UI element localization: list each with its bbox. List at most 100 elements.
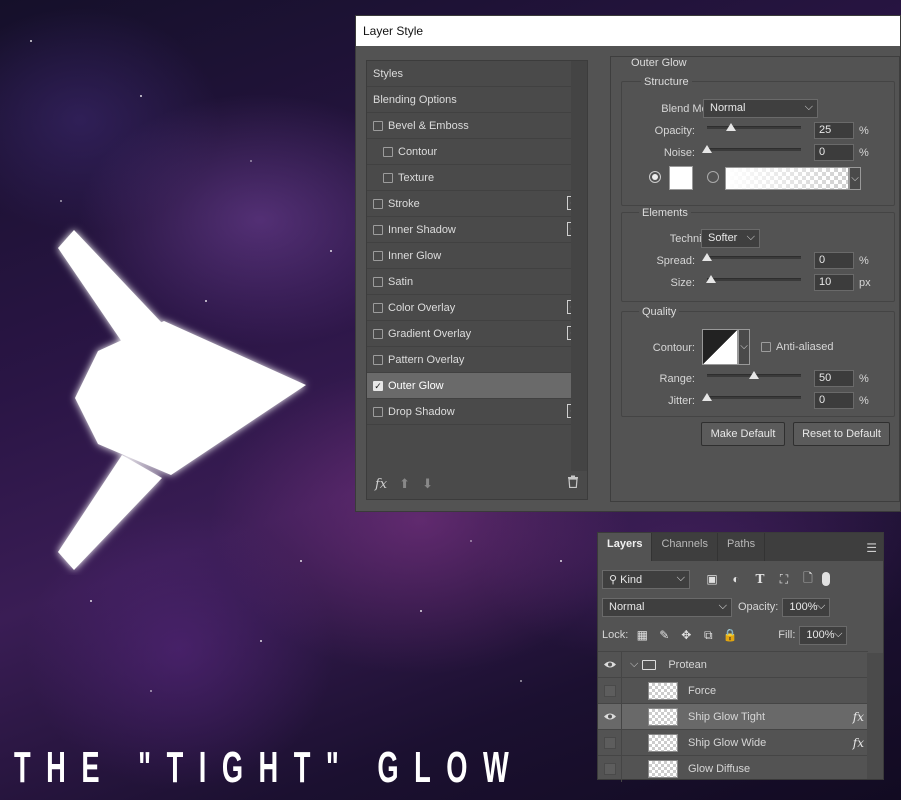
style-item-outer-glow[interactable]: ✓ Outer Glow — [367, 373, 587, 399]
move-up-icon[interactable]: ⬆ — [399, 476, 410, 492]
style-item-inner-shadow[interactable]: Inner Shadow+ — [367, 217, 587, 243]
layer-row[interactable]: ⌵ Protean — [598, 651, 868, 678]
layers-scrollbar[interactable] — [867, 653, 883, 779]
filter-toggle-icon[interactable] — [822, 572, 830, 586]
contour-dropdown[interactable]: ⌵ — [738, 329, 750, 365]
layer-row[interactable]: Ship Glow Tight fx — [598, 703, 868, 730]
style-item-bevel-emboss[interactable]: Bevel & Emboss — [367, 113, 587, 139]
range-input[interactable]: 50 — [814, 370, 854, 387]
move-down-icon[interactable]: ⬇ — [422, 476, 433, 492]
style-item-stroke[interactable]: Stroke+ — [367, 191, 587, 217]
opacity-label: Opacity: — [738, 601, 779, 613]
filter-kind-select[interactable]: ⚲ Kind ⌵ — [602, 569, 690, 589]
reset-to-default-button[interactable]: Reset to Default — [793, 422, 890, 446]
lock-brush-icon[interactable]: ✎ — [656, 627, 672, 643]
style-item-inner-glow[interactable]: Inner Glow — [367, 243, 587, 269]
gradient-radio[interactable] — [707, 171, 719, 183]
pixel-filter-icon[interactable]: ▣ — [704, 571, 720, 587]
lock-artboard-icon[interactable]: ⧉ — [700, 627, 716, 643]
lock-transparency-icon[interactable]: ▦ — [634, 627, 650, 643]
style-checkbox[interactable] — [373, 198, 383, 209]
layer-blend-select[interactable]: Normal ⌵ — [602, 597, 732, 617]
style-checkbox[interactable] — [373, 328, 383, 339]
tab-paths[interactable]: Paths — [718, 533, 766, 561]
style-checkbox[interactable] — [373, 250, 383, 261]
style-item-contour[interactable]: Contour — [367, 139, 587, 165]
range-slider-thumb[interactable] — [749, 371, 759, 379]
gradient-picker[interactable] — [725, 167, 849, 190]
style-item-blending-options[interactable]: Blending Options — [367, 87, 587, 113]
style-item-gradient-overlay[interactable]: Gradient Overlay+ — [367, 321, 587, 347]
trash-icon[interactable] — [567, 475, 579, 491]
noise-slider-thumb[interactable] — [702, 145, 712, 153]
style-item-pattern-overlay[interactable]: Pattern Overlay — [367, 347, 587, 373]
size-slider-thumb[interactable] — [705, 275, 716, 283]
noise-input[interactable]: 0 — [814, 144, 854, 161]
color-radio[interactable] — [649, 171, 661, 183]
layer-fill-field[interactable]: 100% ⌵ — [799, 625, 848, 645]
layer-row[interactable]: Glow Diffuse — [598, 755, 868, 782]
eye-icon[interactable] — [598, 651, 622, 678]
spread-slider[interactable] — [702, 253, 801, 261]
style-checkbox[interactable] — [373, 302, 383, 313]
jitter-slider-thumb[interactable] — [702, 393, 712, 401]
visibility-toggle[interactable] — [598, 729, 622, 756]
opacity-slider-thumb[interactable] — [725, 123, 736, 131]
style-checkbox[interactable]: ✓ — [373, 380, 383, 391]
style-item-satin[interactable]: Satin — [367, 269, 587, 295]
jitter-slider[interactable] — [702, 393, 801, 401]
size-label: Size: — [670, 277, 695, 289]
range-slider[interactable] — [707, 371, 801, 379]
noise-slider[interactable] — [702, 145, 801, 153]
smart-object-filter-icon[interactable]: 🗋 — [800, 571, 816, 587]
size-slider[interactable] — [705, 275, 801, 283]
spread-slider-thumb[interactable] — [702, 253, 712, 261]
anti-aliased-option[interactable]: Anti-aliased — [761, 341, 833, 353]
style-item-styles[interactable]: Styles — [367, 61, 587, 87]
style-checkbox[interactable] — [373, 224, 383, 235]
visibility-toggle[interactable] — [598, 677, 622, 704]
make-default-button[interactable]: Make Default — [701, 422, 785, 446]
spread-input[interactable]: 0 — [814, 252, 854, 269]
style-checkbox[interactable] — [383, 146, 393, 157]
panel-menu-icon[interactable]: ☰ — [866, 541, 877, 555]
style-checkbox[interactable] — [383, 172, 393, 183]
fx-icon[interactable]: fx — [375, 477, 387, 492]
tab-channels[interactable]: Channels — [652, 533, 718, 561]
technique-select[interactable]: Softer ⌵ — [701, 229, 760, 248]
tab-layers[interactable]: Layers — [598, 533, 653, 561]
layer-opacity-field[interactable]: 100% ⌵ — [782, 597, 831, 617]
lock-move-icon[interactable]: ✥ — [678, 627, 694, 643]
anti-aliased-checkbox[interactable] — [761, 342, 771, 352]
chevron-down-icon: ⌵ — [851, 173, 859, 184]
opacity-slider[interactable] — [707, 123, 801, 131]
gradient-dropdown[interactable]: ⌵ — [849, 167, 861, 190]
blend-mode-select[interactable]: Normal ⌵ — [703, 99, 818, 118]
style-checkbox[interactable] — [373, 406, 383, 417]
jitter-input[interactable]: 0 — [814, 392, 854, 409]
layer-row[interactable]: Force — [598, 677, 868, 704]
chevron-down-icon[interactable]: ⌵ — [630, 658, 638, 671]
eye-icon[interactable] — [598, 703, 622, 730]
style-item-drop-shadow[interactable]: Drop Shadow+ — [367, 399, 587, 425]
spread-label: Spread: — [656, 255, 695, 267]
shape-filter-icon[interactable]: ⛶ — [776, 571, 792, 587]
layer-fx-icon[interactable]: fx — [853, 710, 864, 724]
layer-fx-icon[interactable]: fx — [853, 736, 864, 750]
style-list-scrollbar[interactable] — [571, 61, 587, 471]
style-item-texture[interactable]: Texture — [367, 165, 587, 191]
style-checkbox[interactable] — [373, 120, 383, 131]
contour-picker[interactable] — [702, 329, 738, 365]
lock-all-icon[interactable]: 🔒 — [722, 627, 738, 643]
style-checkbox[interactable] — [373, 276, 383, 287]
opacity-input[interactable]: 25 — [814, 122, 854, 139]
lock-row: Lock: ▦ ✎ ✥ ⧉ 🔒 Fill: 100% ⌵ — [602, 625, 848, 645]
style-checkbox[interactable] — [373, 354, 383, 365]
size-input[interactable]: 10 — [814, 274, 854, 291]
adjustment-filter-icon[interactable]: ◐ — [728, 571, 744, 587]
visibility-toggle[interactable] — [598, 755, 622, 782]
glow-color-swatch[interactable] — [669, 166, 693, 190]
type-filter-icon[interactable]: T — [752, 571, 768, 587]
layer-row[interactable]: Ship Glow Wide fx — [598, 729, 868, 756]
style-item-color-overlay[interactable]: Color Overlay+ — [367, 295, 587, 321]
